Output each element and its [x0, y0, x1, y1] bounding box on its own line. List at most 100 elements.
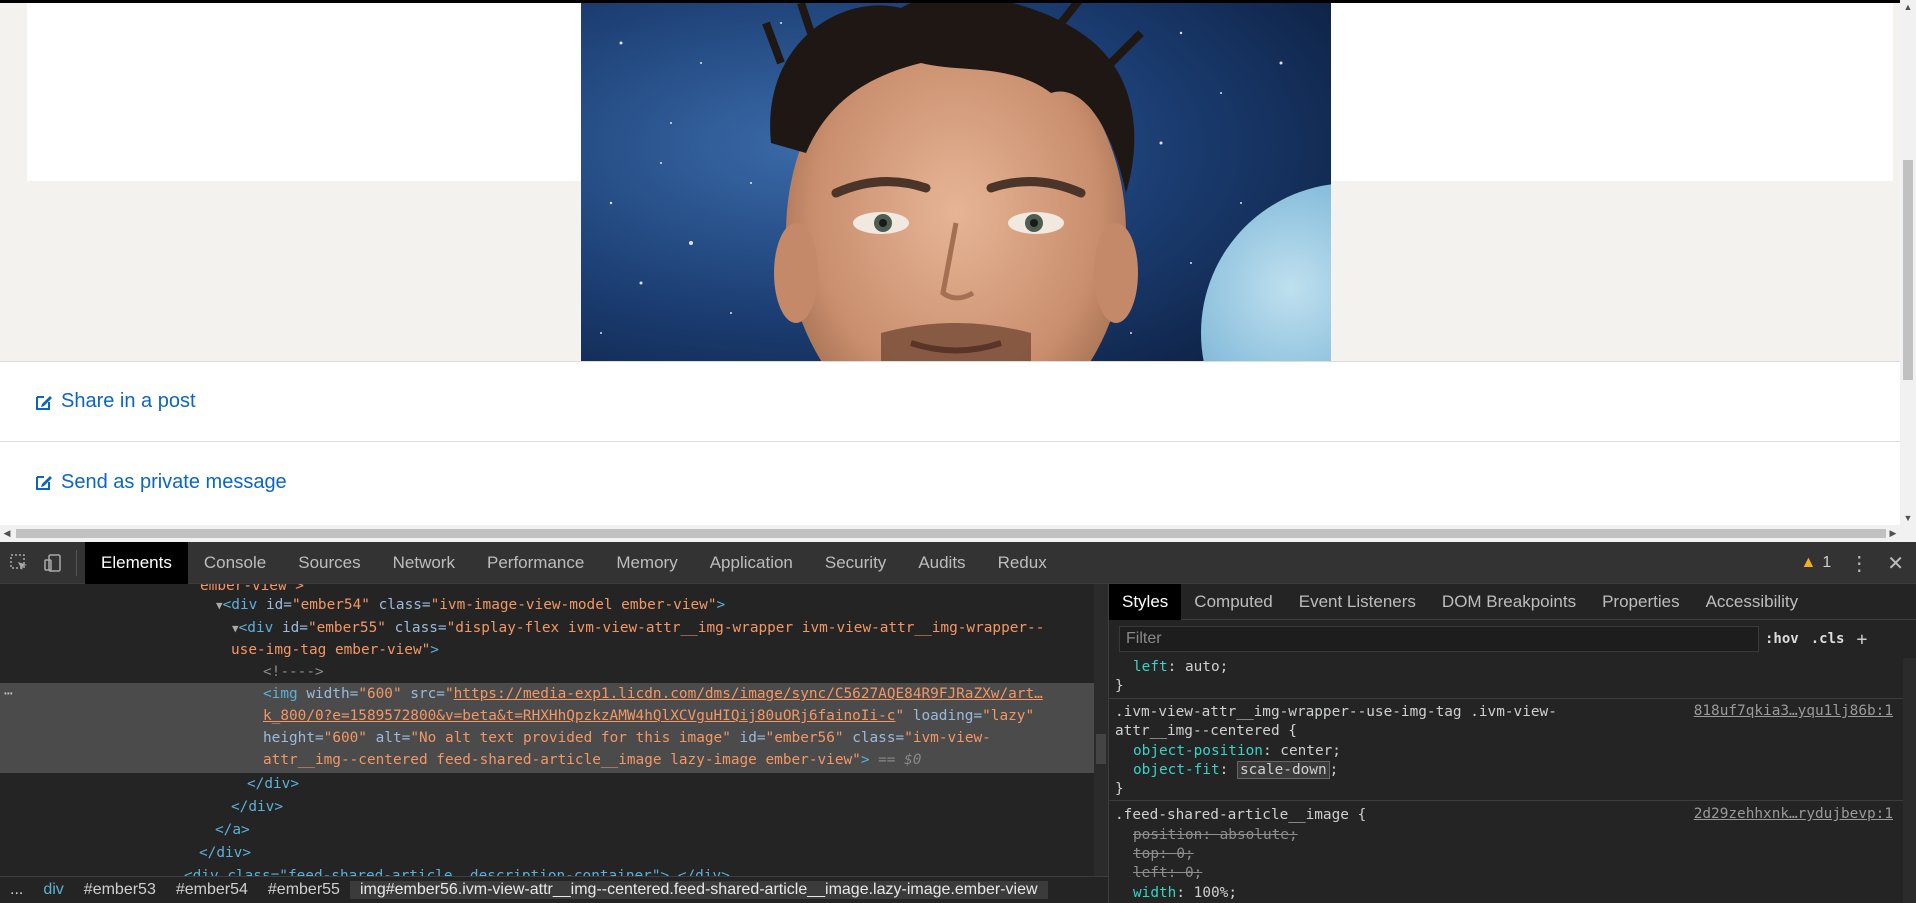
css-declaration[interactable]: object-fit: scale-down; [1133, 761, 1338, 780]
rule-close: } [1115, 678, 1124, 694]
css-declaration[interactable]: left: auto; [1133, 658, 1228, 677]
breadcrumb-more[interactable]: ... [0, 881, 33, 899]
css-property: position [1133, 827, 1203, 843]
attr-value: ember-view"> [200, 584, 304, 594]
scroll-down-arrow-icon[interactable]: ▼ [1900, 511, 1916, 525]
warnings-badge[interactable]: ▲ 1 [1800, 554, 1831, 572]
css-selector[interactable]: .ivm-view-attr__img-wrapper--use-img-tag… [1115, 703, 1557, 722]
css-declaration-overridden[interactable]: top: 0; [1133, 845, 1194, 864]
tab-properties[interactable]: Properties [1589, 584, 1692, 620]
tree-line[interactable]: </div> [231, 796, 283, 818]
attr-name: id= [730, 730, 766, 746]
node-actions-icon[interactable]: ⋯ [4, 683, 13, 705]
send-private-message-button[interactable]: Send as private message [0, 442, 1900, 522]
breadcrumb-ember54[interactable]: #ember54 [166, 881, 258, 899]
css-value: 100% [1193, 885, 1229, 901]
tree-line[interactable]: </a> [215, 819, 250, 841]
page-vertical-scrollbar[interactable]: ▲ ▼ [1900, 0, 1916, 525]
css-declaration-overridden[interactable]: left: 0; [1133, 864, 1202, 883]
tree-line[interactable]: <!----> [263, 661, 324, 683]
attr-value: "ember56" [765, 730, 844, 746]
scroll-left-arrow-icon[interactable]: ◀ [0, 525, 14, 542]
tag-name: <img [263, 686, 298, 702]
tab-styles[interactable]: Styles [1109, 583, 1182, 620]
tab-computed[interactable]: Computed [1181, 584, 1285, 620]
css-selector[interactable]: attr__img--centered { [1115, 722, 1297, 741]
tree-line[interactable]: ▼<div id="ember55" class="display-flex i… [232, 617, 1044, 639]
new-rule-button[interactable]: + [1856, 629, 1867, 650]
more-options-icon[interactable]: ⋮ [1849, 551, 1869, 576]
tab-network[interactable]: Network [377, 542, 471, 584]
hover-state-toggle[interactable]: :hov [1765, 631, 1799, 647]
inspect-element-icon[interactable] [4, 548, 34, 578]
expand-triangle-icon[interactable]: ▼ [216, 599, 223, 612]
css-property: left [1133, 659, 1168, 675]
article-image[interactable] [581, 3, 1331, 361]
scrollbar-thumb[interactable] [1903, 160, 1913, 380]
src-link[interactable]: k_800/0?e=1589572800&v=beta&t=RHXHhQpzkz… [263, 708, 895, 724]
tree-line-wrap: attr__img--centered feed-shared-article_… [263, 749, 921, 771]
scroll-right-arrow-icon[interactable]: ▶ [1886, 525, 1900, 542]
tag-name: <div [222, 597, 258, 613]
attr-value: attr__img--centered feed-shared-article_… [263, 752, 861, 768]
tab-redux[interactable]: Redux [982, 542, 1063, 584]
tab-accessibility[interactable]: Accessibility [1693, 584, 1812, 620]
css-declaration[interactable]: object-position: center; [1133, 742, 1341, 761]
tab-application[interactable]: Application [694, 542, 809, 584]
tab-performance[interactable]: Performance [471, 542, 600, 584]
breadcrumb-ember55[interactable]: #ember55 [258, 881, 350, 899]
toolbar-divider [76, 549, 77, 576]
page-horizontal-scrollbar[interactable]: ◀ ▶ [0, 525, 1916, 542]
tab-event-listeners[interactable]: Event Listeners [1286, 584, 1429, 620]
tab-security[interactable]: Security [809, 542, 902, 584]
tree-line-selected[interactable]: <img width="600" src="https://media-exp1… [263, 683, 1043, 705]
tab-sources[interactable]: Sources [282, 542, 376, 584]
scrollbar-thumb[interactable] [16, 529, 1886, 538]
attr-value: "lazy" [982, 708, 1035, 724]
styles-filter-input[interactable] [1119, 626, 1759, 652]
breadcrumb-div[interactable]: div [33, 881, 73, 899]
attr-name: width= [297, 686, 359, 702]
attr-name: loading= [904, 708, 983, 724]
send-private-message-label: Send as private message [61, 470, 287, 493]
styles-rules: left: auto; } .ivm-view-attr__img-wrappe… [1109, 658, 1903, 903]
tab-elements[interactable]: Elements [85, 541, 188, 584]
class-toggle[interactable]: .cls [1811, 631, 1845, 647]
rule-source-link[interactable]: 818uf7qkia3…yqu1lj86b:1 [1694, 703, 1893, 719]
css-selector[interactable]: .feed-shared-article__image { [1115, 806, 1366, 825]
attr-value: "No alt text provided for this image" [410, 730, 731, 746]
css-property: left [1133, 865, 1168, 881]
breadcrumb-ember53[interactable]: #ember53 [74, 881, 166, 899]
css-value-editing[interactable]: scale-down [1236, 761, 1330, 779]
breadcrumb-img-ember56[interactable]: img#ember56.ivm-view-attr__img--centered… [349, 881, 1048, 899]
tree-line[interactable]: </div> [247, 773, 299, 795]
tab-dom-breakpoints[interactable]: DOM Breakpoints [1429, 584, 1589, 620]
css-property: top [1133, 846, 1159, 862]
attr-name: id= [273, 620, 308, 636]
tree-line[interactable]: <div class="feed-shared-article__descrip… [184, 865, 730, 876]
css-property: object-fit [1133, 762, 1220, 778]
rule-source-link[interactable]: 2d29zehhxnk…rydujbevp:1 [1694, 806, 1893, 822]
tab-audits[interactable]: Audits [902, 542, 981, 584]
rule-divider [1109, 698, 1903, 699]
css-value: center [1280, 743, 1333, 759]
selector-text: .feed-shared-article__image { [1115, 807, 1367, 823]
device-toolbar-icon[interactable] [38, 548, 68, 578]
css-declaration-overridden[interactable]: position: absolute; [1133, 826, 1298, 845]
selector-text: attr__img--centered { [1115, 723, 1297, 739]
scroll-up-arrow-icon[interactable]: ▲ [1900, 0, 1916, 14]
expand-triangle-icon[interactable]: ▼ [232, 622, 239, 635]
tab-console[interactable]: Console [188, 542, 282, 584]
elements-scrollbar[interactable] [1094, 584, 1108, 876]
css-property: width [1133, 885, 1177, 901]
share-in-post-button[interactable]: Share in a post [0, 362, 1900, 442]
devtools-panel: Elements Console Sources Network Perform… [0, 541, 1916, 903]
tree-line[interactable]: </div> [199, 842, 251, 864]
tab-memory[interactable]: Memory [600, 542, 693, 584]
src-link[interactable]: https://media-exp1.licdn.com/dms/image/s… [454, 686, 1043, 702]
styles-scrollbar[interactable] [1903, 658, 1916, 903]
css-declaration[interactable]: width: 100%; [1133, 884, 1237, 903]
tree-line[interactable]: ▼<div id="ember54" class="ivm-image-view… [216, 594, 725, 616]
close-icon[interactable]: ✕ [1887, 551, 1904, 576]
scrollbar-thumb[interactable] [1096, 734, 1106, 764]
